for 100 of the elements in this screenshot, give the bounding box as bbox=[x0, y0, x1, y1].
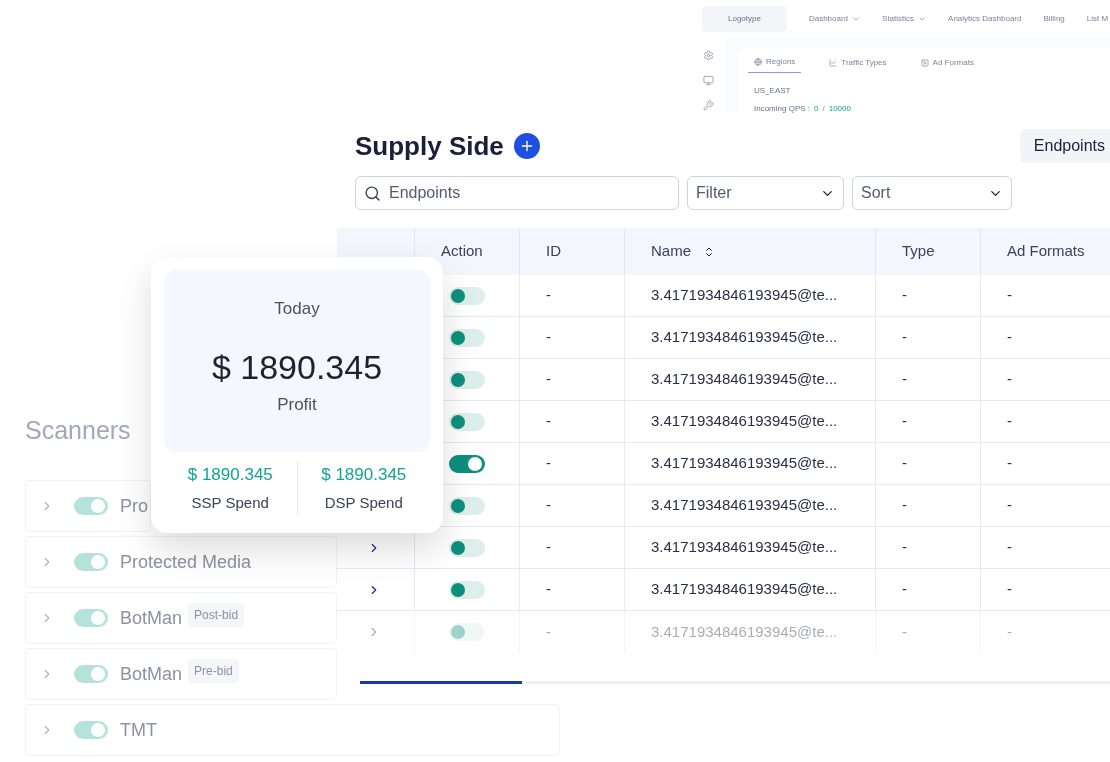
table-cell-text: - bbox=[1007, 285, 1012, 306]
column-header[interactable]: Type bbox=[902, 240, 935, 263]
toggle-switch[interactable] bbox=[449, 370, 485, 389]
page-title: Supply Side bbox=[355, 129, 504, 163]
endpoints-button[interactable]: Endpoints bbox=[1019, 129, 1110, 163]
play-icon bbox=[920, 58, 929, 67]
toggle-switch[interactable] bbox=[74, 609, 108, 627]
toggle-switch[interactable] bbox=[74, 497, 108, 515]
scanner-row[interactable]: TMT bbox=[25, 704, 560, 756]
nav-item[interactable]: Statistics bbox=[882, 13, 927, 25]
table-cell-text: - bbox=[546, 369, 551, 390]
table-cell-text: - bbox=[902, 369, 907, 390]
table-cell-text: 3.4171934846193945@te... bbox=[651, 369, 838, 390]
table-cell-text: - bbox=[1007, 369, 1012, 390]
caret-icon bbox=[852, 15, 861, 23]
nav-item[interactable]: Dashboard bbox=[808, 13, 861, 25]
table-cell-text: - bbox=[1007, 453, 1012, 474]
filter-dropdown[interactable]: Filter bbox=[687, 176, 844, 210]
line-chart-icon bbox=[829, 58, 838, 67]
scanner-name: Protected Media bbox=[120, 550, 252, 574]
table-cell-text: 3.4171934846193945@te... bbox=[651, 453, 838, 474]
scanner-tag: Pre-bid bbox=[188, 659, 239, 683]
table-cell-text: 3.4171934846193945@te... bbox=[651, 537, 838, 558]
table-cell-text: - bbox=[902, 621, 907, 642]
profit-value: $ 1890.345 bbox=[211, 349, 383, 384]
table-cell-text: - bbox=[902, 537, 907, 558]
region-label: US_EAST bbox=[754, 85, 791, 97]
spend-value: $ 1890.345 bbox=[321, 464, 407, 486]
scanner-row[interactable]: Pro bbox=[25, 480, 151, 532]
table-cell-text: - bbox=[546, 453, 551, 474]
profit-label: Profit bbox=[277, 393, 317, 416]
tools-icon[interactable] bbox=[702, 100, 714, 111]
table-cell-text: - bbox=[1007, 495, 1012, 516]
column-header[interactable]: Ad Formats bbox=[1007, 240, 1085, 263]
toggle-switch[interactable] bbox=[449, 580, 485, 599]
table-cell-text: - bbox=[1007, 327, 1012, 348]
scanners-title: Scanners bbox=[25, 415, 131, 447]
monitor-icon[interactable] bbox=[702, 75, 714, 86]
toggle-switch[interactable] bbox=[74, 553, 108, 571]
column-header[interactable]: Name bbox=[651, 240, 691, 263]
table-cell-text: 3.4171934846193945@te... bbox=[651, 495, 838, 516]
table-cell-text: - bbox=[902, 285, 907, 306]
tab[interactable]: Ad Formats bbox=[914, 56, 980, 73]
sort-dropdown[interactable]: Sort bbox=[852, 176, 1012, 210]
toggle-switch[interactable] bbox=[449, 328, 485, 347]
table-cell-text: - bbox=[546, 411, 551, 432]
search-icon bbox=[364, 184, 381, 202]
table-cell-text: - bbox=[546, 327, 551, 348]
table-cell-text: - bbox=[902, 495, 907, 516]
nav-item[interactable]: List M bbox=[1086, 13, 1109, 25]
table-cell-text: - bbox=[1007, 537, 1012, 558]
toggle-switch[interactable] bbox=[74, 665, 108, 683]
spend-value: $ 1890.345 bbox=[187, 464, 273, 486]
period-label: Today bbox=[274, 298, 320, 320]
spend-label: DSP Spend bbox=[324, 492, 403, 513]
tab[interactable]: Traffic Types bbox=[823, 56, 893, 73]
tab[interactable]: Regions bbox=[748, 56, 802, 73]
nav-item[interactable]: Analytics Dashboard bbox=[948, 13, 1022, 25]
toggle-switch[interactable] bbox=[449, 538, 485, 557]
table-cell-text: - bbox=[546, 495, 551, 516]
qps-current: 0 bbox=[814, 103, 819, 115]
table-cell-text: 3.4171934846193945@te... bbox=[651, 285, 838, 306]
scanner-row[interactable]: BotMan Pre-bid bbox=[25, 648, 337, 700]
table-cell-text: 3.4171934846193945@te... bbox=[651, 411, 838, 432]
toggle-switch[interactable] bbox=[449, 454, 485, 473]
table-cell-text: - bbox=[546, 579, 551, 600]
table-cell-text: - bbox=[902, 579, 907, 600]
scanner-row[interactable]: BotMan Post-bid bbox=[25, 592, 337, 644]
table-cell-text: - bbox=[546, 285, 551, 306]
scanner-name: Pro bbox=[120, 494, 148, 518]
toggle-switch[interactable] bbox=[449, 496, 485, 515]
toggle-switch[interactable] bbox=[449, 623, 485, 641]
table-cell-text: - bbox=[1007, 411, 1012, 432]
column-header[interactable]: Action bbox=[441, 240, 483, 263]
search-field[interactable]: Endpoints bbox=[355, 176, 679, 210]
scanner-tag: Post-bid bbox=[188, 603, 245, 627]
table-cell-text: - bbox=[902, 411, 907, 432]
settings-icon[interactable] bbox=[702, 50, 714, 61]
column-header[interactable]: ID bbox=[546, 240, 561, 263]
caret-icon bbox=[918, 15, 927, 23]
globe-icon bbox=[754, 58, 762, 66]
search-input[interactable]: Endpoints bbox=[389, 181, 670, 205]
table-cell-text: - bbox=[546, 537, 551, 558]
scanner-name: TMT bbox=[120, 718, 157, 742]
table-cell-text: - bbox=[546, 621, 551, 642]
add-button[interactable] bbox=[513, 133, 540, 159]
table-cell-text: - bbox=[1007, 621, 1012, 642]
qps-label: Incoming QPS : bbox=[754, 103, 811, 115]
qps-max: 10000 bbox=[828, 103, 851, 115]
table-cell-text: 3.4171934846193945@te... bbox=[651, 327, 838, 348]
nav-item[interactable]: Billing bbox=[1043, 13, 1065, 25]
scanner-name: BotMan bbox=[120, 606, 183, 630]
spend-label: SSP Spend bbox=[191, 492, 269, 513]
qps-separator: / bbox=[822, 103, 825, 115]
table-cell-text: - bbox=[902, 453, 907, 474]
toggle-switch[interactable] bbox=[449, 412, 485, 431]
table-cell-text: - bbox=[1007, 579, 1012, 600]
scanner-row[interactable]: Protected Media bbox=[25, 536, 337, 588]
toggle-switch[interactable] bbox=[449, 286, 485, 305]
toggle-switch[interactable] bbox=[74, 721, 108, 739]
